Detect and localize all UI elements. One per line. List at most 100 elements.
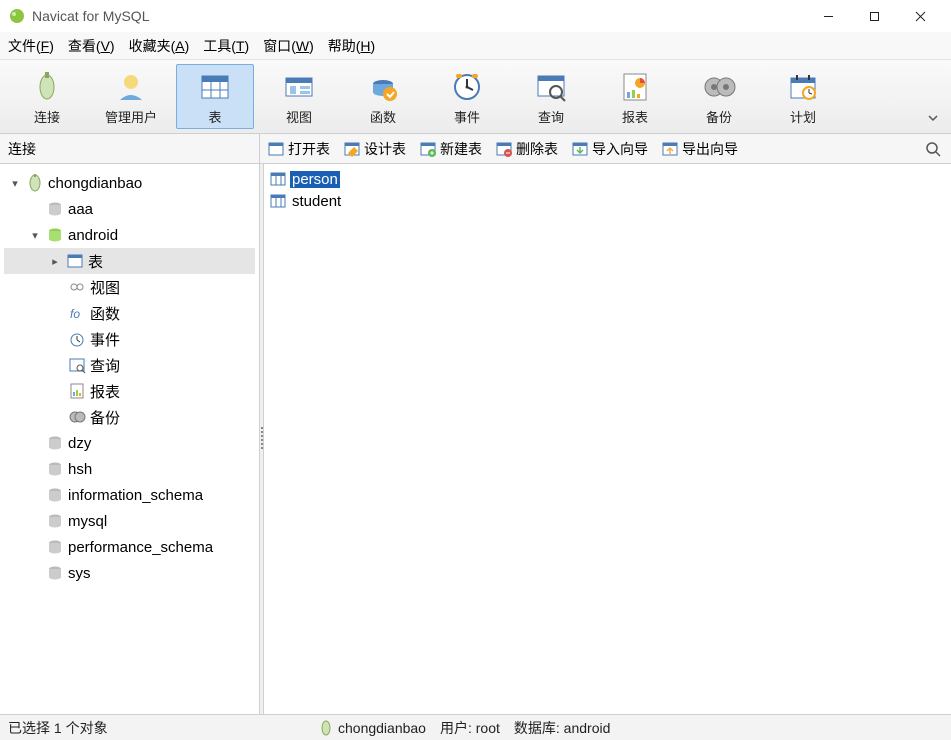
import-icon xyxy=(572,141,588,157)
tree-leaf-label: 报表 xyxy=(90,381,120,402)
toolbar-functions[interactable]: 函数 xyxy=(344,64,422,129)
object-label: student xyxy=(290,193,343,210)
object-item-person[interactable]: person xyxy=(270,168,945,190)
object-toolbar-row: 连接 打开表 设计表 新建表 删除表 导入向导 导出向导 xyxy=(0,134,951,164)
status-user: 用户: root xyxy=(440,718,500,738)
close-button[interactable] xyxy=(897,0,943,32)
toolbar-overflow[interactable] xyxy=(923,64,943,129)
tree-connection[interactable]: ▾ chongdianbao xyxy=(4,170,255,196)
splitter-handle[interactable] xyxy=(260,164,264,714)
design-table-button[interactable]: 设计表 xyxy=(344,139,406,159)
tree-db-information-schema[interactable]: information_schema xyxy=(4,482,255,508)
tree-db-aaa[interactable]: aaa xyxy=(4,196,255,222)
status-connection: chongdianbao xyxy=(338,720,426,736)
menu-favorites[interactable]: 收藏夹(A) xyxy=(129,36,190,56)
function-icon: fo xyxy=(68,304,86,322)
tree-db-dzy[interactable]: dzy xyxy=(4,430,255,456)
tree-db-label: hsh xyxy=(68,461,92,478)
chevron-right-icon[interactable]: ▸ xyxy=(48,255,62,268)
database-open-icon xyxy=(46,226,64,244)
database-icon xyxy=(46,200,64,218)
menu-view[interactable]: 查看(V) xyxy=(68,36,115,56)
menu-bar: 文件(F) 查看(V) 收藏夹(A) 工具(T) 窗口(W) 帮助(H) xyxy=(0,32,951,60)
table-icon xyxy=(198,67,232,107)
import-wizard-button[interactable]: 导入向导 xyxy=(572,139,648,159)
menu-tools[interactable]: 工具(T) xyxy=(203,36,249,56)
tree-db-label: sys xyxy=(68,565,91,582)
toolbar-backup[interactable]: 备份 xyxy=(680,64,758,129)
object-search-button[interactable] xyxy=(923,139,943,159)
delete-table-button[interactable]: 删除表 xyxy=(496,139,558,159)
toolbar-events[interactable]: 事件 xyxy=(428,64,506,129)
menu-help[interactable]: 帮助(H) xyxy=(328,36,375,56)
new-table-icon xyxy=(420,141,436,157)
title-bar: Navicat for MySQL xyxy=(0,0,951,32)
tree-db-label: aaa xyxy=(68,201,93,218)
toolbar-query[interactable]: 查询 xyxy=(512,64,590,129)
tree-leaf-label: 查询 xyxy=(90,355,120,376)
tree-db-mysql[interactable]: mysql xyxy=(4,508,255,534)
toolbar-query-label: 查询 xyxy=(538,107,564,126)
database-icon xyxy=(46,538,64,556)
tree-db-android[interactable]: ▾ android xyxy=(4,222,255,248)
object-item-student[interactable]: student xyxy=(270,190,945,212)
menu-file[interactable]: 文件(F) xyxy=(8,36,54,56)
tree-leaf-backup[interactable]: 备份 xyxy=(4,404,255,430)
minimize-button[interactable] xyxy=(805,0,851,32)
toolbar-report[interactable]: 报表 xyxy=(596,64,674,129)
svg-text:fo: fo xyxy=(70,307,80,321)
chevron-down-icon[interactable]: ▾ xyxy=(28,229,42,242)
user-icon xyxy=(114,67,148,107)
toolbar-users-label: 管理用户 xyxy=(105,107,157,126)
main-body: ▾ chongdianbao aaa ▾ android ▸ 表 视图 fo 函… xyxy=(0,164,951,714)
report-icon xyxy=(618,67,652,107)
database-icon xyxy=(46,564,64,582)
tree-leaf-label: 函数 xyxy=(90,303,120,324)
toolbar-users[interactable]: 管理用户 xyxy=(92,64,170,129)
toolbar-tables-label: 表 xyxy=(208,107,221,126)
connection-icon xyxy=(318,720,334,736)
toolbar-connection[interactable]: 连接 xyxy=(8,64,86,129)
new-table-button[interactable]: 新建表 xyxy=(420,139,482,159)
tree-leaf-label: 事件 xyxy=(90,329,120,350)
report-icon xyxy=(68,382,86,400)
toolbar-schedule-label: 计划 xyxy=(790,107,816,126)
connection-panel-label: 连接 xyxy=(8,139,36,159)
export-wizard-button[interactable]: 导出向导 xyxy=(662,139,738,159)
search-icon xyxy=(925,141,941,157)
tree-leaf-functions[interactable]: fo 函数 xyxy=(4,300,255,326)
maximize-button[interactable] xyxy=(851,0,897,32)
status-bar: 已选择 1 个对象 chongdianbao 用户: root 数据库: and… xyxy=(0,714,951,740)
chevron-down-icon[interactable]: ▾ xyxy=(8,177,22,190)
tree-leaf-query[interactable]: 查询 xyxy=(4,352,255,378)
tree-db-hsh[interactable]: hsh xyxy=(4,456,255,482)
menu-window[interactable]: 窗口(W) xyxy=(263,36,314,56)
toolbar-report-label: 报表 xyxy=(622,107,648,126)
toolbar-views-label: 视图 xyxy=(286,107,312,126)
toolbar-backup-label: 备份 xyxy=(706,107,732,126)
toolbar-tables[interactable]: 表 xyxy=(176,64,254,129)
toolbar-schedule[interactable]: 计划 xyxy=(764,64,842,129)
open-table-button[interactable]: 打开表 xyxy=(268,139,330,159)
app-icon xyxy=(8,7,26,25)
object-list[interactable]: person student xyxy=(264,164,951,714)
tree-leaf-tables[interactable]: ▸ 表 xyxy=(4,248,255,274)
tree-db-label: mysql xyxy=(68,513,107,530)
query-icon xyxy=(68,356,86,374)
tree-leaf-views[interactable]: 视图 xyxy=(4,274,255,300)
event-icon xyxy=(450,67,484,107)
window-title: Navicat for MySQL xyxy=(32,8,149,24)
toolbar-views[interactable]: 视图 xyxy=(260,64,338,129)
backup-icon xyxy=(68,408,86,426)
tree-leaf-label: 表 xyxy=(88,251,103,272)
export-icon xyxy=(662,141,678,157)
toolbar-events-label: 事件 xyxy=(454,107,480,126)
tree-leaf-events[interactable]: 事件 xyxy=(4,326,255,352)
tree-db-sys[interactable]: sys xyxy=(4,560,255,586)
backup-icon xyxy=(702,67,736,107)
event-icon xyxy=(68,330,86,348)
tree-leaf-report[interactable]: 报表 xyxy=(4,378,255,404)
tree-db-performance-schema[interactable]: performance_schema xyxy=(4,534,255,560)
connection-tree[interactable]: ▾ chongdianbao aaa ▾ android ▸ 表 视图 fo 函… xyxy=(0,164,260,714)
connection-panel-header: 连接 xyxy=(0,134,260,163)
